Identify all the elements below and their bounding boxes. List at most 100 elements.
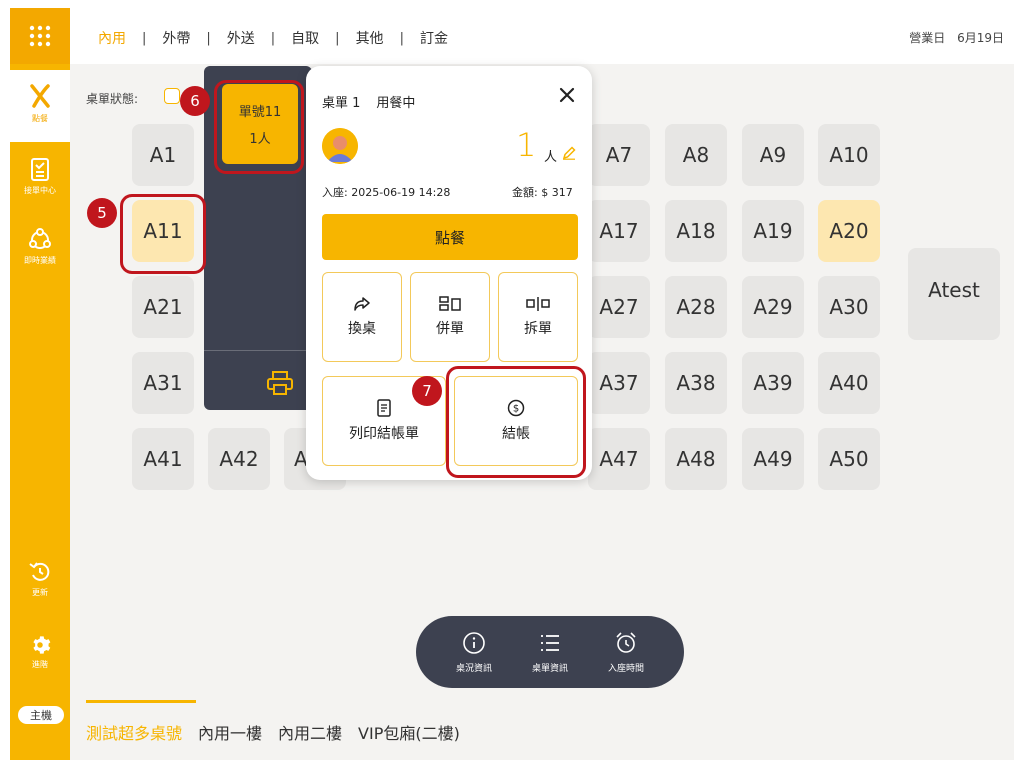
table-a20[interactable]: A20 <box>818 200 880 262</box>
share-arrow-icon <box>354 297 370 311</box>
table-a19[interactable]: A19 <box>742 200 804 262</box>
seating-time-button[interactable]: 入座時間 <box>608 631 644 674</box>
table-a50[interactable]: A50 <box>818 428 880 490</box>
table-a27[interactable]: A27 <box>588 276 650 338</box>
order-button[interactable]: 點餐 <box>322 214 578 260</box>
tab-takeout[interactable]: 外帶 <box>162 28 190 48</box>
table-a1[interactable]: A1 <box>132 124 194 186</box>
table-status-toggle[interactable] <box>164 88 180 104</box>
change-table-label: 換桌 <box>348 321 376 337</box>
sidebar-item-orders-center[interactable]: 接單中心 <box>10 156 70 196</box>
tab-separator: | <box>270 30 276 46</box>
floor-tab-test[interactable]: 測試超多桌號 <box>86 720 182 744</box>
gear-icon <box>33 636 51 654</box>
table-order-info-label: 桌單資訊 <box>531 663 568 674</box>
close-icon[interactable] <box>556 84 578 106</box>
merge-order-button[interactable]: 併單 <box>410 272 490 362</box>
avatar <box>322 128 358 164</box>
printer-icon[interactable] <box>266 370 294 396</box>
floor-tab-dine-in-2f[interactable]: 內用二樓 <box>278 720 342 744</box>
sidebar-item-label: 接單中心 <box>24 186 56 195</box>
change-table-button[interactable]: 換桌 <box>322 272 402 362</box>
table-a47[interactable]: A47 <box>588 428 650 490</box>
merge-icon <box>439 296 461 311</box>
callout-ring-5 <box>120 194 206 274</box>
sidebar-item-label: 進階 <box>32 660 48 669</box>
tab-delivery[interactable]: 外送 <box>227 28 255 48</box>
tab-pickup[interactable]: 自取 <box>291 28 319 48</box>
split-order-button[interactable]: 拆單 <box>498 272 578 362</box>
sidebar-item-label: 即時業績 <box>24 256 56 265</box>
table-a40[interactable]: A40 <box>818 352 880 414</box>
panel-divider <box>204 350 312 351</box>
info-icon <box>463 631 485 654</box>
floor-tab-dine-in-1f[interactable]: 內用一樓 <box>198 720 262 744</box>
table-a30[interactable]: A30 <box>818 276 880 338</box>
split-order-label: 拆單 <box>524 321 552 337</box>
table-a29[interactable]: A29 <box>742 276 804 338</box>
sidebar-item-refresh[interactable]: 更新 <box>10 560 70 598</box>
tab-separator: | <box>206 30 211 46</box>
clipboard-icon <box>31 158 49 181</box>
callout-badge-7: 7 <box>412 376 442 406</box>
table-a18[interactable]: A18 <box>665 200 727 262</box>
refresh-icon <box>29 562 50 581</box>
pencil-icon[interactable] <box>562 146 576 160</box>
app-frame: 點餐 接單中心 即時業績 更新 進階 主機 內用 | 外帶 | 外送 | 自取 … <box>10 8 1014 760</box>
split-icon <box>526 297 550 311</box>
tab-separator: | <box>399 30 404 46</box>
popup-status: 用餐中 <box>376 96 416 111</box>
tab-other[interactable]: 其他 <box>356 28 384 48</box>
table-a31[interactable]: A31 <box>132 352 194 414</box>
table-a28[interactable]: A28 <box>665 276 727 338</box>
tab-separator: | <box>142 30 147 46</box>
table-a21[interactable]: A21 <box>132 276 194 338</box>
table-status-info-button[interactable]: 桌況資訊 <box>456 631 492 674</box>
tab-dine-in[interactable]: 內用 <box>98 28 126 48</box>
sidebar-item-advanced[interactable]: 進階 <box>10 634 70 670</box>
table-atest[interactable]: Atest <box>908 248 1000 340</box>
print-bill-label: 列印結帳單 <box>349 426 419 442</box>
table-a8[interactable]: A8 <box>665 124 727 186</box>
table-a9[interactable]: A9 <box>742 124 804 186</box>
callout-badge-5: 5 <box>87 198 117 228</box>
table-a7[interactable]: A7 <box>588 124 650 186</box>
callout-ring-6 <box>214 80 304 174</box>
table-a49[interactable]: A49 <box>742 428 804 490</box>
sidebar-item-live-sales[interactable]: 即時業績 <box>10 228 70 266</box>
network-icon <box>29 228 51 249</box>
tab-deposit[interactable]: 訂金 <box>420 28 448 48</box>
sidebar-item-label: 更新 <box>32 588 48 597</box>
order-type-tabs: 內用 | 外帶 | 外送 | 自取 | 其他 | 訂金 <box>98 28 448 48</box>
list-icon <box>540 634 559 651</box>
table-a48[interactable]: A48 <box>665 428 727 490</box>
callout-badge-6: 6 <box>180 86 210 116</box>
table-a39[interactable]: A39 <box>742 352 804 414</box>
table-a10[interactable]: A10 <box>818 124 880 186</box>
table-a38[interactable]: A38 <box>665 352 727 414</box>
table-a41[interactable]: A41 <box>132 428 194 490</box>
table-a17[interactable]: A17 <box>588 200 650 262</box>
table-a42[interactable]: A42 <box>208 428 270 490</box>
bottom-toolbar: 桌況資訊 桌單資訊 入座時間 <box>416 616 684 688</box>
floor-tab-vip[interactable]: VIP包廂(二樓) <box>358 720 460 744</box>
merge-order-label: 併單 <box>436 321 464 337</box>
sidebar-item-order[interactable]: 點餐 <box>10 70 70 142</box>
alarm-clock-icon <box>616 631 636 653</box>
receipt-icon <box>377 399 391 417</box>
apps-grid-button[interactable] <box>10 8 70 64</box>
table-a37[interactable]: A37 <box>588 352 650 414</box>
table-status-info-label: 桌況資訊 <box>455 663 492 674</box>
business-day-label: 營業日 <box>909 31 946 45</box>
seating-time-label: 入座時間 <box>607 663 644 674</box>
business-day: 營業日 6月19日 <box>909 29 1004 46</box>
popup-title: 桌單 1 用餐中 <box>322 92 415 111</box>
popup-table-label: 桌單 1 <box>322 96 361 111</box>
people-count: 1 <box>516 126 537 164</box>
apps-grid-icon <box>29 25 51 47</box>
people-unit: 人 <box>544 150 558 165</box>
business-day-value: 6月19日 <box>957 31 1004 45</box>
table-order-info-button[interactable]: 桌單資訊 <box>532 631 568 674</box>
table-status-label: 桌單狀態: <box>86 92 139 106</box>
host-badge: 主機 <box>18 706 64 724</box>
